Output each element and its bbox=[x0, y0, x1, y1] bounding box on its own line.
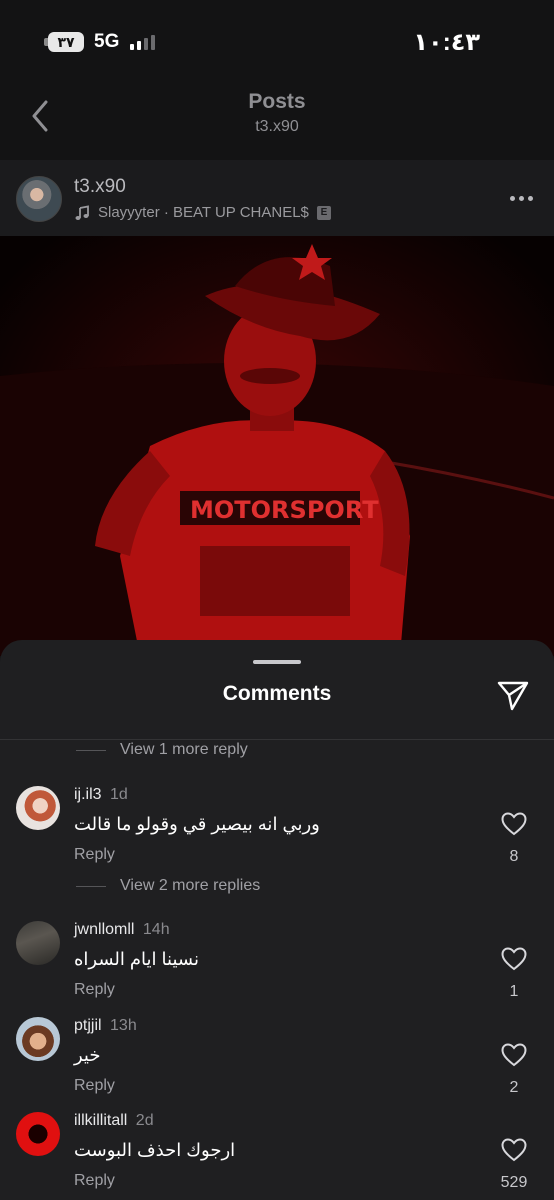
comment-like-count: 2 bbox=[509, 1079, 519, 1096]
signal-icon bbox=[130, 34, 160, 50]
comment-avatar[interactable] bbox=[16, 1017, 60, 1061]
comment-like-count: 1 bbox=[509, 983, 519, 1000]
svg-text:MOTORSPORT: MOTORSPORT bbox=[190, 496, 379, 524]
post-photo-image: MOTORSPORT bbox=[0, 236, 554, 656]
comment-text: نسينا ايام السراه bbox=[74, 949, 199, 969]
comment-time: 1d bbox=[110, 786, 128, 803]
heart-icon bbox=[501, 947, 527, 971]
comments-sheet: Comments View 1 more reply ij.il3 1d ورب… bbox=[0, 640, 554, 1200]
heart-icon bbox=[501, 1043, 527, 1067]
heart-icon bbox=[501, 1138, 527, 1162]
post-music-label: Slayyyter · BEAT UP CHANEL$ bbox=[98, 204, 309, 221]
post-avatar[interactable] bbox=[16, 176, 62, 222]
post-music-row[interactable]: Slayyyter · BEAT UP CHANEL$ E bbox=[74, 204, 331, 221]
reply-thread-line bbox=[76, 749, 106, 751]
nav-header: Posts t3.x90 bbox=[0, 80, 554, 160]
reply-thread-line bbox=[76, 885, 106, 887]
comment-username[interactable]: ij.il3 bbox=[74, 786, 102, 803]
comment-time: 13h bbox=[110, 1017, 137, 1034]
share-send-icon bbox=[497, 681, 529, 711]
heart-icon bbox=[501, 812, 527, 836]
comment-like-button[interactable] bbox=[501, 1138, 527, 1162]
comment-like-button[interactable] bbox=[501, 1043, 527, 1067]
status-time: ١٠:٤٣ bbox=[413, 29, 480, 56]
comment-avatar[interactable] bbox=[16, 1112, 60, 1156]
comment-text: خير bbox=[74, 1045, 101, 1065]
network-label: 5G bbox=[94, 31, 120, 52]
comment-avatar[interactable] bbox=[16, 921, 60, 965]
comment-avatar[interactable] bbox=[16, 786, 60, 830]
screen: ٣٧ 5G ١٠:٤٣ Posts t3.x90 t3.x90 Slayyyte… bbox=[0, 0, 554, 1200]
more-options-button[interactable] bbox=[510, 188, 534, 208]
comment-like-count: 529 bbox=[500, 1174, 528, 1191]
view-more-replies-1[interactable]: View 1 more reply bbox=[76, 738, 248, 762]
comment-meta: ij.il3 1d bbox=[74, 786, 128, 804]
battery-indicator: ٣٧ bbox=[48, 32, 84, 52]
comment-meta: illkillitall 2d bbox=[74, 1112, 154, 1130]
comments-title: Comments bbox=[222, 682, 332, 705]
music-note-icon bbox=[75, 204, 89, 220]
comment-username[interactable]: illkillitall bbox=[74, 1112, 127, 1129]
explicit-badge: E bbox=[316, 205, 331, 220]
post-photo[interactable]: MOTORSPORT bbox=[0, 236, 554, 656]
view-more-replies-label: View 1 more reply bbox=[120, 741, 248, 758]
comment-time: 2d bbox=[135, 1112, 154, 1129]
post-username[interactable]: t3.x90 bbox=[74, 176, 126, 198]
share-button[interactable] bbox=[496, 678, 530, 712]
comment-like-count: 8 bbox=[509, 848, 519, 865]
comment-item: illkillitall 2d ارجوك احذف البوست Reply … bbox=[0, 1110, 554, 1200]
comment-item: ptjjil 13h خير Reply 2 bbox=[0, 1015, 554, 1105]
comment-like-button[interactable] bbox=[501, 812, 527, 836]
more-dots-icon bbox=[510, 196, 515, 201]
comment-item: jwnllomll 14h نسينا ايام السراه Reply 1 bbox=[0, 919, 554, 1009]
comment-time: 14h bbox=[142, 921, 170, 938]
comment-reply-button[interactable]: Reply bbox=[74, 846, 115, 864]
page-subtitle: t3.x90 bbox=[255, 118, 299, 135]
sheet-grabber[interactable] bbox=[253, 660, 301, 664]
page-title: Posts bbox=[248, 90, 306, 113]
comment-username[interactable]: jwnllomll bbox=[74, 921, 134, 938]
comment-text: ارجوك احذف البوست bbox=[74, 1140, 236, 1160]
view-more-replies-2[interactable]: View 2 more replies bbox=[76, 874, 260, 898]
comment-meta: jwnllomll 14h bbox=[74, 921, 170, 939]
comment-like-button[interactable] bbox=[501, 947, 527, 971]
comment-reply-button[interactable]: Reply bbox=[74, 1172, 115, 1190]
comment-username[interactable]: ptjjil bbox=[74, 1017, 102, 1034]
comment-item: ij.il3 1d وربي انه بيصير قي وقولو ما قال… bbox=[0, 784, 554, 874]
comment-reply-button[interactable]: Reply bbox=[74, 981, 115, 999]
view-more-replies-label: View 2 more replies bbox=[120, 877, 261, 894]
comment-meta: ptjjil 13h bbox=[74, 1017, 137, 1035]
comment-reply-button[interactable]: Reply bbox=[74, 1077, 115, 1095]
comment-text: وربي انه بيصير قي وقولو ما قالت bbox=[74, 814, 320, 834]
status-bar: ٣٧ 5G ١٠:٤٣ bbox=[0, 0, 554, 80]
post-header: t3.x90 Slayyyter · BEAT UP CHANEL$ E bbox=[0, 160, 554, 236]
